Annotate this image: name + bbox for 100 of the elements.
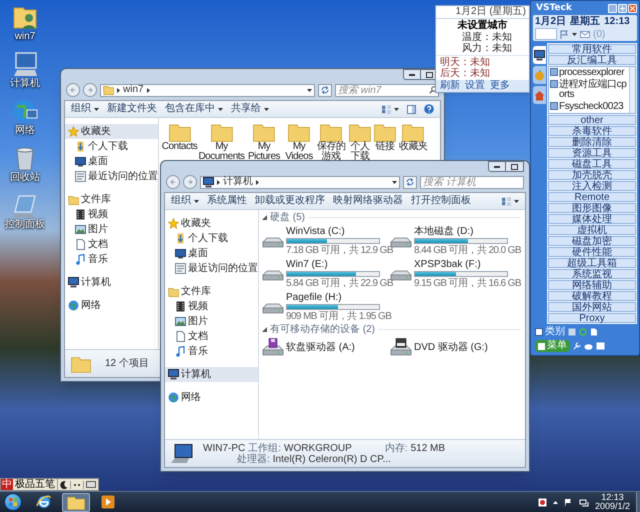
category-button[interactable]: 反汇编工具 [548, 55, 636, 65]
category-button[interactable]: 硬件性能 [548, 247, 636, 257]
nav-item[interactable]: 音乐 [165, 344, 258, 359]
folder-item[interactable]: My Videos [283, 122, 315, 162]
toolbar-button[interactable]: 组织 [171, 196, 199, 206]
folder-item[interactable]: 收藏夹 [397, 122, 429, 152]
category-toggle-button[interactable]: 类别 [535, 326, 565, 338]
nav-item[interactable]: 音乐 [65, 252, 158, 267]
punctuation-button[interactable] [71, 480, 84, 488]
toolbar-button[interactable]: 打开控制面板 [411, 196, 471, 206]
nav-item[interactable]: 桌面 [65, 154, 158, 169]
footer-link[interactable]: 更多 [490, 80, 510, 92]
nav-item[interactable]: 最近访问的位置 [165, 261, 258, 276]
nav-item[interactable]: 文件库 [165, 284, 258, 299]
breadcrumb-item[interactable]: 计算机 [223, 177, 253, 187]
category-button[interactable]: other [548, 115, 636, 125]
nav-item[interactable]: 计算机 [165, 367, 258, 382]
footer-link[interactable]: 刷新 [440, 80, 460, 92]
folder-item[interactable]: 链接 [373, 122, 397, 152]
category-button[interactable]: 磁盘工具 [548, 159, 636, 169]
toolbar-button[interactable]: 卸载或更改程序 [255, 196, 325, 206]
tool-item[interactable]: Fsyscheck0023 [550, 102, 628, 112]
category-button[interactable]: 注入检测 [548, 181, 636, 191]
category-button[interactable]: 国外网站 [548, 302, 636, 312]
folder-item[interactable]: 个人下载 [347, 122, 373, 162]
nav-item[interactable]: 图片 [165, 314, 258, 329]
nav-item[interactable]: 视频 [65, 207, 158, 222]
nav-item[interactable]: 文档 [65, 237, 158, 252]
search-field[interactable]: 搜索 计算机 [420, 176, 524, 188]
close-button[interactable] [628, 4, 637, 12]
toolbar-button[interactable]: 系统属性 [207, 196, 247, 206]
menu-button[interactable]: 菜单 [535, 340, 570, 352]
desktop-icon[interactable]: win7 [0, 4, 50, 42]
soft-keyboard-button[interactable] [84, 481, 98, 488]
search-field[interactable]: 搜索 win7 [335, 84, 439, 96]
desktop-icon[interactable]: 计算机 [0, 51, 50, 89]
toolbar-button[interactable]: 包含在库中 [165, 104, 223, 114]
refresh-button[interactable] [318, 84, 332, 96]
category-button[interactable]: 常用软件 [548, 44, 636, 54]
category-button[interactable]: Remote [548, 192, 636, 202]
side-tab[interactable] [533, 46, 546, 64]
nav-item[interactable]: 文件库 [65, 192, 158, 207]
view-options-button[interactable] [502, 196, 519, 206]
folder-item[interactable]: My Documents [198, 122, 245, 162]
category-button[interactable]: 虚拟机 [548, 225, 636, 235]
folder-item[interactable]: My Pictures [245, 122, 283, 162]
category-button[interactable]: 超级工具箱 [548, 258, 636, 268]
start-button[interactable] [4, 493, 22, 511]
preview-pane-button[interactable] [407, 104, 416, 114]
nav-item[interactable]: 收藏夹 [165, 216, 258, 231]
nav-item[interactable]: 网络 [165, 390, 258, 405]
category-button[interactable]: 资源工具 [548, 148, 636, 158]
nav-item[interactable]: 计算机 [65, 275, 158, 290]
refresh-button[interactable] [403, 176, 417, 188]
help-button[interactable] [424, 104, 434, 114]
address-bar[interactable]: win7 [100, 84, 315, 96]
maximize-button[interactable] [506, 161, 524, 172]
nav-item[interactable]: 视频 [165, 299, 258, 314]
ime-mode[interactable]: 中 [1, 479, 13, 490]
add-button[interactable] [618, 4, 627, 12]
breadcrumb-item[interactable]: win7 [123, 85, 144, 95]
category-button[interactable]: 杀毒软件 [548, 126, 636, 136]
drive-item[interactable]: 软盘驱动器 (A:) [262, 338, 390, 356]
nav-item[interactable]: 个人下载 [165, 231, 258, 246]
category-button[interactable]: 网络辅助 [548, 280, 636, 290]
drive-item[interactable]: DVD 驱动器 (G:) [390, 338, 518, 356]
footer-link[interactable]: 设置 [465, 80, 485, 92]
folder-item[interactable]: Contacts [161, 122, 198, 152]
nav-item[interactable]: 收藏夹 [65, 124, 158, 139]
toolbar-button[interactable]: 组织 [71, 104, 99, 114]
category-button[interactable]: 破解教程 [548, 291, 636, 301]
minimize-button[interactable] [403, 69, 421, 80]
category-button[interactable]: 媒体处理 [548, 214, 636, 224]
category-button[interactable]: Proxy [548, 313, 636, 323]
category-button[interactable]: 磁盘加密 [548, 236, 636, 246]
nav-item[interactable]: 图片 [65, 222, 158, 237]
category-button[interactable]: 删除清除 [548, 137, 636, 147]
nav-item[interactable]: 个人下载 [65, 139, 158, 154]
toolbar-button[interactable]: 新建文件夹 [107, 104, 157, 114]
toolbar-button[interactable]: 映射网络驱动器 [333, 196, 403, 206]
category-button[interactable]: 图形图像 [548, 203, 636, 213]
taskbar-button[interactable] [62, 492, 90, 512]
tool-item[interactable]: 进程对应端口cports [550, 80, 628, 100]
view-options-button[interactable] [382, 104, 399, 114]
minimize-button[interactable] [488, 161, 506, 172]
drive-item[interactable]: Pagefile (H:) 909 MB 可用，共 1.95 GB [262, 292, 390, 322]
half-width-button[interactable] [58, 480, 71, 488]
category-button[interactable]: 系统监视 [548, 269, 636, 279]
nav-item[interactable]: 网络 [65, 298, 158, 313]
folder-item[interactable]: 保存的游戏 [315, 122, 347, 162]
ime-name[interactable]: 极品五笔 [13, 479, 58, 490]
address-bar[interactable]: 计算机 [200, 176, 400, 188]
category-button[interactable]: 加壳脱壳 [548, 170, 636, 180]
nav-item[interactable]: 桌面 [165, 246, 258, 261]
desktop-icon[interactable]: 网络 [0, 98, 50, 136]
nav-item[interactable]: 最近访问的位置 [65, 169, 158, 184]
tool-item[interactable]: processexplorer [550, 68, 628, 78]
toolbar-button[interactable]: 共享给 [231, 104, 269, 114]
scrollbar[interactable] [629, 67, 635, 113]
nav-item[interactable]: 文档 [165, 329, 258, 344]
